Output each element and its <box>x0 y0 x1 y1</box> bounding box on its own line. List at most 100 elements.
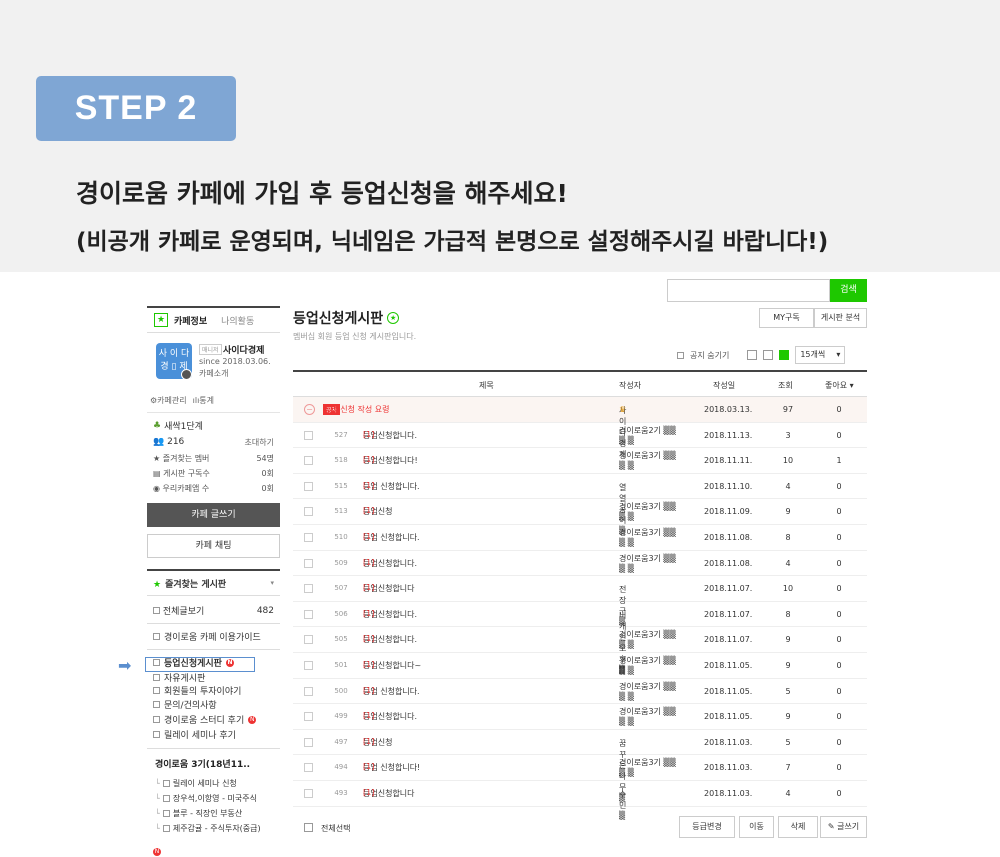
sidebar-subitem[interactable]: └ 제주감귤 - 주식투자(중급) <box>147 821 280 836</box>
post-author[interactable]: 경이로움3기 ▒▒ ▒ ▒ <box>619 528 691 547</box>
move-button[interactable]: 이동 <box>739 816 774 838</box>
comment-count[interactable]: [1] <box>363 711 374 720</box>
sidebar-subitem[interactable]: └ 블루 - 직장인 부동산 <box>147 806 280 821</box>
grid-view-icon[interactable] <box>763 350 774 360</box>
row-checkbox[interactable] <box>304 737 313 747</box>
table-row[interactable]: 506 등업신청합니다. [1] 비개인오후 ▒ 2018.11.07. 8 0 <box>293 602 867 674</box>
tab-my-activity[interactable]: 나의활동 <box>221 314 254 327</box>
menu-group-title[interactable]: 경이로움 3기(18년11.. <box>147 753 280 776</box>
board-analysis-button[interactable]: 게시판 분석 <box>814 308 867 328</box>
comment-count[interactable]: [1] <box>363 455 374 464</box>
table-row[interactable]: 501 등업신청합니다~ [1] 경이로움3기 ▒▒ ▒ ▒ 2018.11.05. 9 0 <box>293 653 867 679</box>
post-author[interactable]: 경이로움3기 ▒▒ ▒ ▒ <box>619 554 691 573</box>
table-row[interactable]: 527 등업신청합니다. [1] 경이로움2기 ▒▒ ▒ ▒ 2018.11.13. 3 0 <box>293 423 867 449</box>
post-number: 505 <box>334 635 348 644</box>
comment-count[interactable]: [1] <box>363 430 374 439</box>
invite-link[interactable]: 초대하기 <box>245 437 280 448</box>
row-checkbox[interactable] <box>304 584 313 594</box>
comment-count[interactable]: [1] <box>363 660 374 669</box>
row-checkbox[interactable] <box>304 456 313 466</box>
stats-link[interactable]: ılı통계 <box>193 395 214 406</box>
table-row[interactable]: 494 등업 신청합니다! [1] 경이로움3기 ▒▒ ▒ ▒ 2018.11.03. 7… <box>293 755 867 781</box>
cafe-name[interactable]: 사이다경제 <box>223 343 264 356</box>
comment-count[interactable]: [1] <box>363 481 374 490</box>
row-checkbox[interactable] <box>304 660 313 670</box>
row-checkbox[interactable] <box>304 635 313 645</box>
comment-count[interactable]: [1] <box>363 686 374 695</box>
row-checkbox[interactable] <box>304 712 313 722</box>
comment-count[interactable]: [1] <box>363 532 374 541</box>
favorite-boards-header[interactable]: ★ 즐겨찾는 게시판 ▾ <box>147 569 280 596</box>
chevron-down-icon[interactable]: ▾ <box>270 579 274 587</box>
table-row[interactable]: 509 등업신청합니다. [1] 경이로움3기 ▒▒ ▒ ▒ 2018.11.08. 4 0 <box>293 551 867 577</box>
post-author[interactable]: 경이로움2기 ▒▒ ▒ ▒ <box>619 426 691 445</box>
search-button[interactable]: 검색 <box>830 279 867 302</box>
delete-button[interactable]: 삭제 <box>778 816 818 838</box>
row-checkbox[interactable] <box>304 763 313 773</box>
row-checkbox[interactable] <box>304 507 313 517</box>
admin-manage-link[interactable]: ⚙카페관리 <box>150 395 187 406</box>
minus-circle-icon[interactable]: − <box>304 404 315 415</box>
post-author[interactable]: 경이로움3기 ▒▒ ▒ ▒ <box>619 630 691 649</box>
sidebar-item-seminar-review[interactable]: 릴레이 세미나 후기 <box>147 727 280 742</box>
post-author[interactable]: 경이로움3기 ▒▒ ▒ ▒ <box>619 682 691 701</box>
post-author[interactable]: 경이로움3기 ▒▒ ▒ ▒ <box>619 707 691 726</box>
comment-count[interactable]: [1] <box>363 558 374 567</box>
select-all-checkbox[interactable] <box>304 823 313 832</box>
row-checkbox[interactable] <box>304 481 313 491</box>
row-checkbox[interactable] <box>304 430 313 440</box>
post-author[interactable]: 경이로움3기 ▒▒ ▒ ▒ <box>619 656 691 675</box>
comment-count[interactable]: [1] <box>363 788 374 797</box>
col-likes[interactable]: 좋아요 ▾ <box>825 380 854 391</box>
comment-count[interactable]: [1] <box>363 506 374 515</box>
sidebar-subitem[interactable]: └ 릴레이 세미나 신청 <box>147 776 280 791</box>
table-row[interactable]: 507 등업신청합니다 [1] 전장군 ▒ 2018.11.07. 10 0 <box>293 576 867 626</box>
per-page-select[interactable]: 15개씩 <box>795 346 846 364</box>
sidebar-item-guide[interactable]: 경이로움 카페 이용가이드 <box>147 628 280 645</box>
comment-count[interactable]: [1] <box>363 634 374 643</box>
tab-cafe-info[interactable]: 카페정보 <box>174 314 207 327</box>
post-date: 2018.11.13. <box>704 430 753 440</box>
text-view-icon[interactable] <box>779 350 790 360</box>
sidebar-item-inquiry[interactable]: 문의/건의사항 <box>147 697 280 712</box>
cafe-chat-button[interactable]: 카페 채팅 <box>147 534 280 558</box>
row-checkbox[interactable] <box>304 532 313 542</box>
post-author[interactable]: 경이로움3기 ▒▒ ▒ ▒ <box>619 502 691 521</box>
row-checkbox[interactable] <box>304 788 313 798</box>
notice-row[interactable]: − 공지 등업 신청 작성 요령 사이다경제 ♛ 2018.03.13. 97 0 <box>293 397 867 459</box>
comment-count[interactable]: [1] <box>363 583 374 592</box>
post-views: 9 <box>785 507 791 517</box>
row-checkbox[interactable] <box>304 558 313 568</box>
table-row[interactable]: 500 등업 신청합니다. [1] 경이로움3기 ▒▒ ▒ ▒ 2018.11.05. 5… <box>293 679 867 705</box>
list-view-icon[interactable] <box>747 350 758 360</box>
sidebar-item-study-review[interactable]: 경이로움 스터디 후기 N <box>147 712 280 727</box>
row-checkbox[interactable] <box>304 609 313 619</box>
row-checkbox[interactable] <box>304 686 313 696</box>
table-row[interactable]: 493 등업신청합니다 [1] 수민 ▒ 2018.11.03. 4 0 <box>293 781 867 820</box>
table-row[interactable]: 499 등업신청합니다. [1] 경이로움3기 ▒▒ ▒ ▒ 2018.11.05. 9 0 <box>293 704 867 730</box>
post-author[interactable]: 경이로움3기 ▒▒ ▒ ▒ <box>619 758 691 777</box>
table-row[interactable]: 515 등업 신청합니다. [1] 열열공이 ▒ 2018.11.10. 4 0 <box>293 474 867 535</box>
table-row[interactable]: 518 등업신청합니다! [1] 경이로움3기 ▒▒ ▒ ▒ 2018.11.11. 10… <box>293 448 867 474</box>
table-row[interactable]: 513 등업신청 [1] 경이로움3기 ▒▒ ▒ ▒ 2018.11.09. 9 0 <box>293 499 867 525</box>
cafe-intro-link[interactable]: 카페소개 <box>199 368 228 379</box>
table-row[interactable]: 497 등업신청 [1] 꿈꾸는 나무 ▒ 2018.11.03. 5 0 <box>293 730 867 802</box>
search-input[interactable] <box>667 279 830 302</box>
table-row[interactable]: 505 등업신청합니다. [1] 경이로움3기 ▒▒ ▒ ▒ 2018.11.07. 9 0 <box>293 627 867 653</box>
post-author[interactable]: 경이로움3기 ▒▒ ▒ ▒ <box>619 451 691 470</box>
cafe-write-button[interactable]: 카페 글쓰기 <box>147 503 280 527</box>
write-button[interactable]: ✎ 글쓰기 <box>820 816 867 838</box>
change-level-button[interactable]: 등급변경 <box>679 816 735 838</box>
hide-notice-checkbox[interactable] <box>677 351 684 359</box>
comment-count[interactable]: [1] <box>363 609 374 618</box>
comment-count[interactable]: [1] <box>363 762 374 771</box>
sidebar-item-free-board[interactable]: 자유게시판 <box>147 671 280 684</box>
gear-icon[interactable] <box>181 369 192 380</box>
star-icon[interactable]: ★ <box>387 312 400 324</box>
table-row[interactable]: 510 등업 신청합니다. [1] 경이로움3기 ▒▒ ▒ ▒ 2018.11.08. 8… <box>293 525 867 551</box>
my-subscribe-button[interactable]: MY구독 <box>759 308 814 328</box>
sidebar-item-all-posts[interactable]: 전체글보기 482 <box>147 602 280 619</box>
comment-count[interactable]: [1] <box>363 737 374 746</box>
sidebar-item-invest-stories[interactable]: 회원들의 투자이야기 <box>147 684 280 697</box>
sidebar-subitem[interactable]: └ 장우석,이항영 - 미국주식 <box>147 791 280 806</box>
